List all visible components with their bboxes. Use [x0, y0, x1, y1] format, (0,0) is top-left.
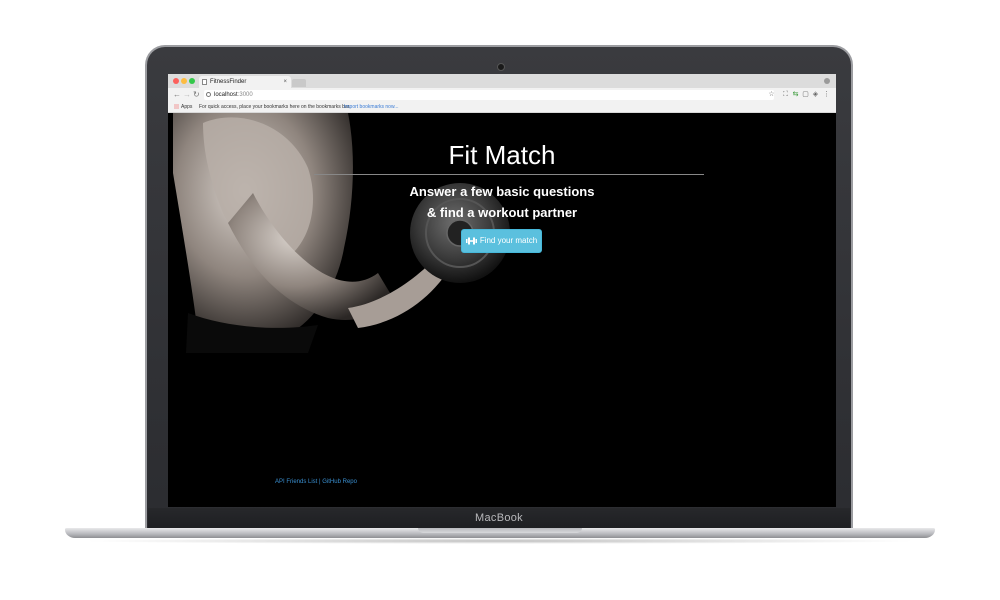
profile-icon[interactable] [824, 78, 830, 84]
bookmarks-bar: Apps For quick access, place your bookma… [168, 102, 836, 113]
close-window-button[interactable] [173, 78, 179, 84]
subtitle-line-2: & find a workout partner [426, 205, 578, 220]
dumbbell-icon [465, 237, 477, 245]
apps-grid-icon[interactable] [174, 104, 179, 109]
laptop-chin: MacBook [148, 508, 850, 528]
url-port: :3000 [237, 92, 253, 98]
laptop-shadow [80, 538, 920, 544]
extension-frame-icon[interactable]: ⛶ [782, 91, 789, 98]
new-tab-button[interactable] [292, 79, 306, 87]
extension-page-icon[interactable]: ▢ [802, 91, 809, 98]
back-arrow-icon[interactable]: ← [173, 90, 181, 100]
find-your-match-label: Find your match [479, 236, 538, 245]
info-icon[interactable] [206, 92, 211, 97]
url-host: localhost [214, 92, 238, 98]
import-bookmarks-link[interactable]: Import bookmarks now... [344, 102, 398, 112]
star-icon[interactable]: ☆ [768, 91, 775, 98]
reload-icon[interactable]: ↻ [193, 90, 200, 100]
extension-shield-icon[interactable]: ◈ [812, 91, 819, 98]
footer-separator: | [319, 479, 321, 485]
find-your-match-button[interactable]: Find your match [461, 229, 542, 253]
menu-dots-icon[interactable]: ⋮ [823, 91, 830, 98]
bookmarks-message: For quick access, place your bookmarks h… [199, 104, 351, 110]
forward-arrow-icon[interactable]: → [183, 90, 191, 100]
web-page: Fit Match Answer a few basic questions &… [168, 113, 836, 507]
github-repo-link[interactable]: GitHub Repo [322, 479, 357, 485]
browser-tab[interactable]: FitnessFinder × [199, 76, 291, 88]
laptop-screen: FitnessFinder × ← → ↻ localhost:3000 ☆ ⛶… [168, 74, 836, 507]
tab-close-icon[interactable]: × [283, 76, 287, 88]
minimize-window-button[interactable] [181, 78, 187, 84]
api-friends-list-link[interactable]: API Friends List [275, 479, 317, 485]
browser-tab-bar: FitnessFinder × [168, 74, 836, 88]
webcam [497, 63, 505, 71]
extension-arrows-icon[interactable]: ⇆ [792, 91, 799, 98]
laptop-opening-notch [418, 528, 582, 533]
browser-toolbar: ← → ↻ localhost:3000 ☆ ⛶ ⇆ ▢ ◈ ⋮ [168, 88, 836, 102]
tab-title: FitnessFinder [210, 79, 247, 85]
apps-shortcut[interactable]: Apps [181, 102, 192, 112]
subtitle-line-1: Answer a few basic questions [409, 184, 595, 199]
maximize-window-button[interactable] [189, 78, 195, 84]
footer-links: API Friends List | GitHub Repo [275, 479, 357, 485]
document-icon [202, 79, 207, 85]
address-bar[interactable]: localhost:3000 [204, 90, 774, 100]
title-divider [314, 174, 704, 175]
device-brand-label: MacBook [475, 512, 523, 524]
page-title: Fit Match [448, 140, 556, 170]
